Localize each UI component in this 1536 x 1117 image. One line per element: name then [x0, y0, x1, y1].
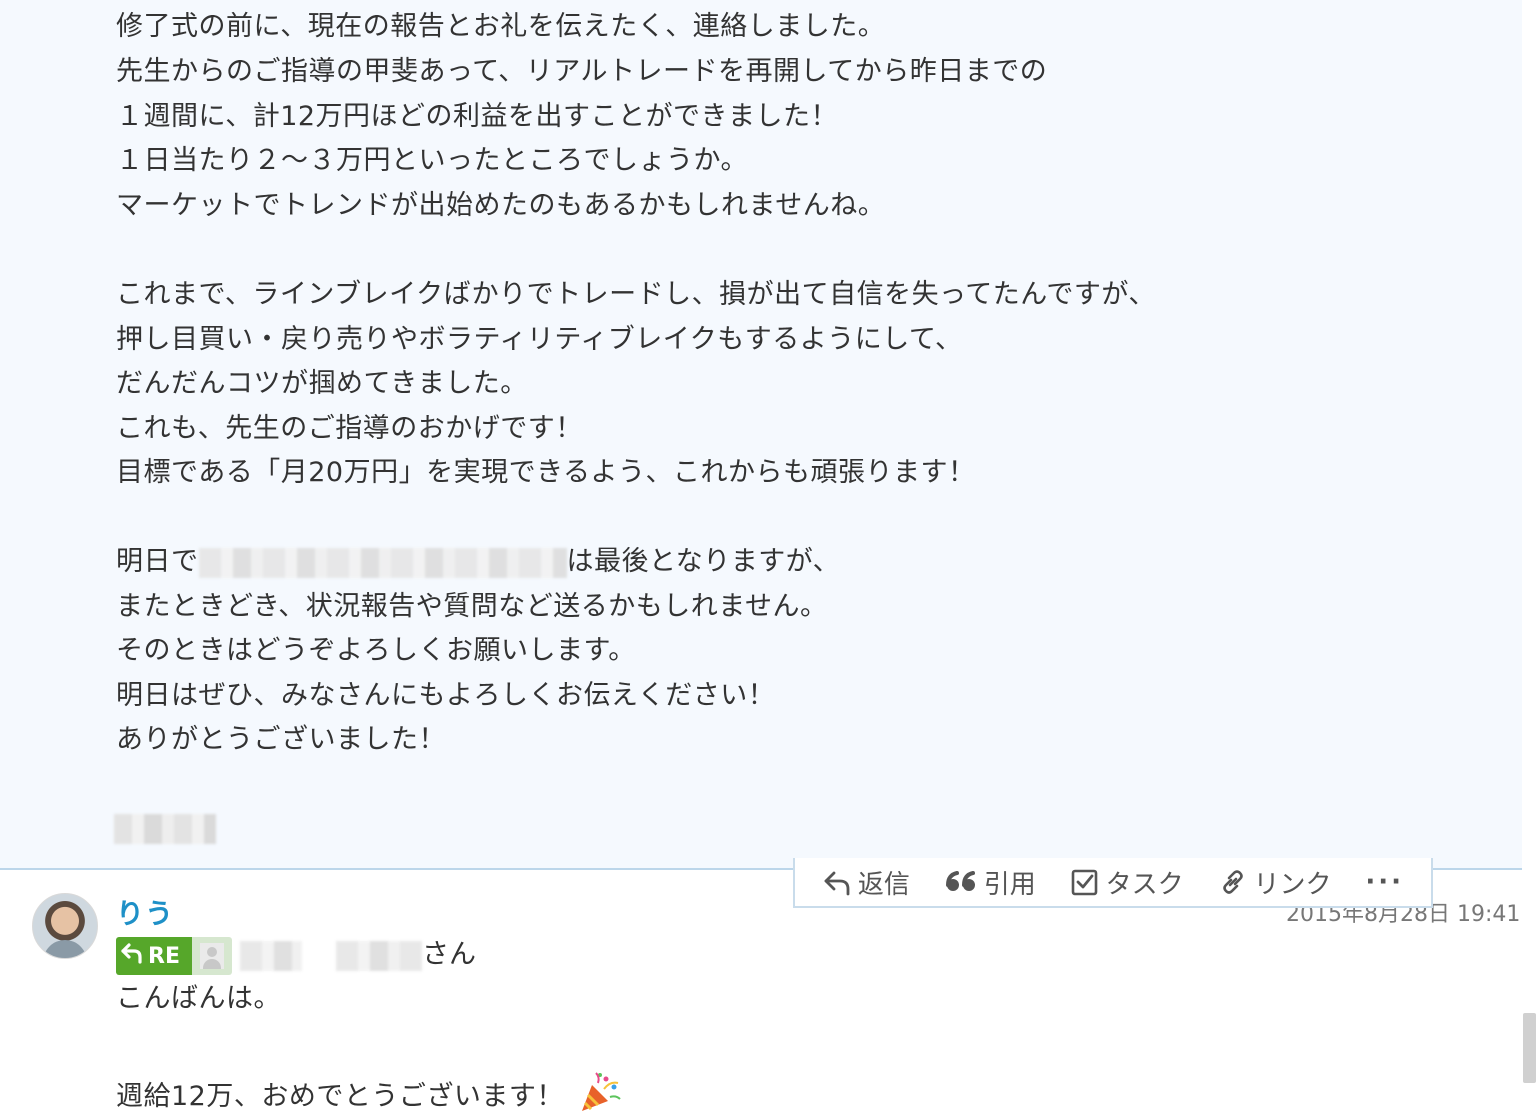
redacted-text: [240, 940, 302, 971]
reply-label: 返信: [857, 869, 910, 900]
message-line: 修了式の前に、現在の報告とお礼を伝えたく、連絡しました。: [116, 11, 886, 42]
addressee-suffix: さん: [422, 939, 476, 970]
reply-line-text: 週給12万、おめでとうございます！: [116, 1081, 564, 1112]
user-placeholder-icon: [200, 943, 224, 969]
message-line: 先生からのご指導の甲斐あって、リアルトレードを再開してから昨日までの: [116, 56, 1048, 87]
message-line-suffix: は最後となりますが、: [566, 546, 841, 577]
redacted-text: [336, 940, 422, 971]
scrollbar[interactable]: [1523, 1013, 1536, 1083]
message-author[interactable]: りう: [116, 892, 174, 932]
message-line: これまで、ラインブレイクばかりでトレードし、損が出て自信を失ってたんですが、: [116, 279, 1156, 310]
reply-arrow-icon: [822, 868, 852, 896]
chat-view: 修了式の前に、現在の報告とお礼を伝えたく、連絡しました。 先生からのご指導の甲斐…: [0, 0, 1536, 1117]
message-line-prefix: 明日で: [116, 546, 199, 577]
reply-to-badge[interactable]: RE: [116, 937, 232, 975]
avatar[interactable]: [32, 893, 98, 959]
message-line: そのときはどうぞよろしくお願いします。: [116, 635, 636, 666]
reply-line-with-emoji: 週給12万、おめでとうございます！: [116, 1071, 622, 1117]
message-line: だんだんコツが掴めてきました。: [116, 368, 528, 399]
message-line-redacted: 明日で は最後となりますが、: [116, 545, 840, 579]
message-action-toolbar: 返信 引用 タスク リンク ···: [793, 858, 1433, 908]
link-icon: [1218, 867, 1248, 897]
reply-button[interactable]: 返信: [822, 864, 910, 901]
quote-label: 引用: [983, 869, 1036, 900]
message-line: １週間に、計12万円ほどの利益を出すことができました！: [116, 101, 839, 132]
quote-icon: [944, 868, 978, 896]
message-line: これも、先生のご指導のおかげです！: [116, 413, 583, 444]
re-label: RE: [148, 943, 180, 969]
link-label: リンク: [1253, 869, 1332, 900]
message-line: マーケットでトレンドが出始めたのもあるかもしれませんね。: [116, 190, 886, 221]
task-label: タスク: [1105, 869, 1184, 900]
link-button[interactable]: リンク: [1218, 864, 1332, 901]
message-line: ありがとうございました！: [116, 724, 446, 755]
checkbox-icon: [1070, 867, 1100, 897]
more-options-button[interactable]: ···: [1365, 867, 1404, 897]
message-line: 押し目買い・戻り売りやボラティリティブレイクもするようにして、: [116, 324, 963, 355]
redacted-text: [198, 547, 567, 578]
message-line: またときどき、状況報告や質問など送るかもしれません。: [116, 591, 828, 622]
party-popper-icon: [578, 1071, 622, 1117]
reply-line: こんばんは。: [116, 983, 281, 1014]
quote-button[interactable]: 引用: [944, 864, 1036, 901]
message-line: 目標である「月20万円」を実現できるよう、これからも頑張ります！: [116, 457, 976, 488]
message-line: 明日はぜひ、みなさんにもよろしくお伝えください！: [116, 680, 776, 711]
message-selected[interactable]: 修了式の前に、現在の報告とお礼を伝えたく、連絡しました。 先生からのご指導の甲斐…: [0, 0, 1522, 870]
redacted-signature: [114, 814, 216, 844]
reply-addressee: さん: [240, 938, 476, 972]
message-line: １日当たり２～３万円といったところでしょうか。: [116, 145, 748, 176]
reply-arrow-icon: [120, 941, 144, 971]
task-button[interactable]: タスク: [1070, 864, 1184, 901]
